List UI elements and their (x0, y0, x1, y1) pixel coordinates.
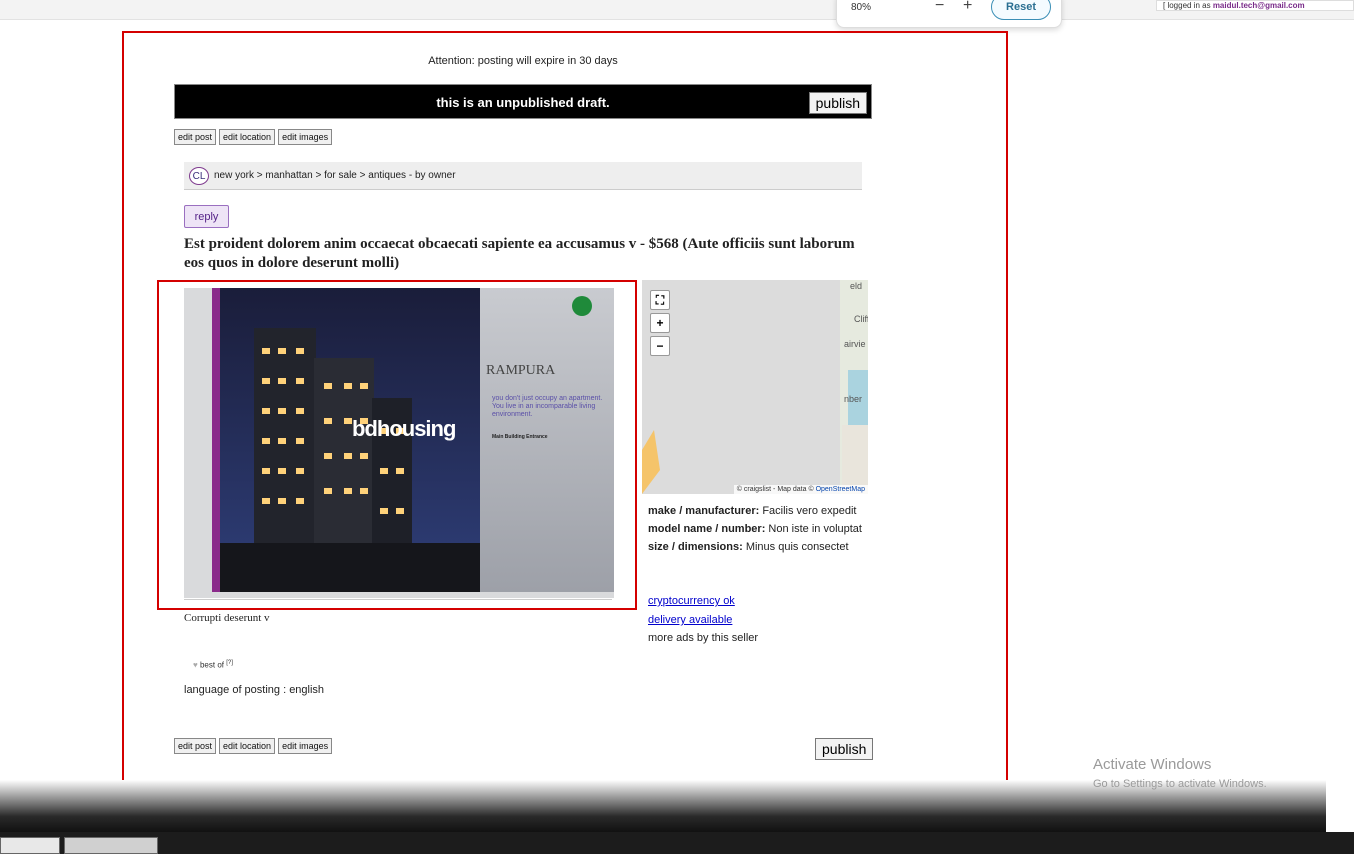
zoom-in-button[interactable]: + (963, 0, 972, 14)
delivery-link[interactable]: delivery available (648, 614, 732, 626)
divider (184, 599, 612, 600)
taskbar (0, 832, 1354, 854)
reply-button[interactable]: reply (184, 205, 229, 228)
osm-link[interactable]: OpenStreetMap (816, 486, 865, 493)
edit-location-button[interactable]: edit location (219, 129, 276, 145)
attr-model: model name / number: Non iste in volupta… (648, 523, 863, 535)
posting-language: language of posting : english (184, 684, 325, 696)
right-gutter (1326, 20, 1354, 832)
draft-banner: this is an unpublished draft. publish (174, 84, 872, 119)
login-status: [ logged in as maidul.tech@gmail.com (1156, 0, 1354, 11)
edit-toolbar-top: edit post edit location edit images (174, 129, 333, 145)
map-credit-text: © craigslist - Map data © (736, 486, 816, 493)
best-of-link[interactable]: ♥ best of [?] (193, 660, 233, 670)
login-email[interactable]: maidul.tech@gmail.com (1213, 1, 1305, 10)
attr-model-label: model name / number: (648, 523, 766, 535)
breadcrumb: CL new york > manhattan > for sale > ant… (184, 162, 862, 190)
map-zoom-out-button[interactable]: − (650, 336, 670, 356)
edit-location-button-bottom[interactable]: edit location (219, 738, 276, 754)
publish-button-top[interactable]: publish (808, 92, 867, 114)
crypto-link[interactable]: cryptocurrency ok (648, 595, 735, 607)
map-zoom-in-button[interactable]: + (650, 313, 670, 333)
map-label-3: nber (844, 394, 863, 404)
zoom-level: 80% (851, 2, 872, 13)
zoom-out-button[interactable]: − (935, 0, 944, 14)
window-thumbnail-1[interactable] (0, 837, 60, 854)
heart-icon: ♥ (193, 660, 198, 670)
attr-make: make / manufacturer: Facilis vero expedi… (648, 505, 863, 517)
draft-text: this is an unpublished draft. (436, 95, 610, 110)
expiry-notice: Attention: posting will expire in 30 day… (428, 55, 618, 67)
attr-size: size / dimensions: Minus quis consectet (648, 541, 863, 553)
zoom-popup: 80% − + Reset (836, 0, 1062, 28)
zoom-reset-button[interactable]: Reset (991, 0, 1051, 20)
map-fullscreen-icon[interactable]: ⛶ (650, 290, 670, 310)
posting-title: Est proident dolorem anim occaecat obcae… (184, 236, 855, 271)
map-label-0: eld (850, 281, 863, 291)
window-thumbnail-2[interactable] (64, 837, 158, 854)
best-of-ref[interactable]: [?] (226, 660, 233, 666)
login-prefix: [ logged in as (1163, 1, 1213, 10)
image-highlight-frame (157, 280, 637, 610)
activate-windows-subtitle: Go to Settings to activate Windows. (1093, 778, 1267, 790)
map-attribution: © craigslist - Map data © OpenStreetMap (733, 485, 868, 494)
browser-toolbar (0, 0, 1354, 20)
location-map[interactable]: eld Cliff airvie nber ⛶ + − © craigslist… (642, 280, 868, 494)
more-ads-link[interactable]: more ads by this seller (648, 632, 758, 644)
attr-size-label: size / dimensions: (648, 541, 743, 553)
edit-post-button-bottom[interactable]: edit post (174, 738, 217, 754)
attr-make-label: make / manufacturer: (648, 505, 760, 517)
attribute-list: make / manufacturer: Facilis vero expedi… (648, 505, 863, 559)
edit-images-button-bottom[interactable]: edit images (278, 738, 333, 754)
attr-make-value: Facilis vero expedit (762, 505, 857, 517)
activate-windows-title: Activate Windows (1093, 756, 1212, 773)
attr-model-value: Non iste in voluptat (768, 523, 862, 535)
craigslist-logo[interactable]: CL (189, 167, 209, 185)
posting-body: Corrupti deserunt v (184, 612, 270, 624)
edit-toolbar-bottom: edit post edit location edit images (174, 738, 333, 754)
map-label-2: airvie (844, 339, 866, 349)
breadcrumb-path[interactable]: new york > manhattan > for sale > antiqu… (214, 170, 456, 181)
best-of-label: best of (199, 660, 224, 670)
edit-post-button[interactable]: edit post (174, 129, 217, 145)
map-label-1: Cliff (854, 314, 868, 324)
publish-button-bottom[interactable]: publish (815, 738, 874, 760)
edit-images-button[interactable]: edit images (278, 129, 333, 145)
attr-size-value: Minus quis consectet (745, 541, 849, 553)
map-tiles (642, 280, 868, 494)
